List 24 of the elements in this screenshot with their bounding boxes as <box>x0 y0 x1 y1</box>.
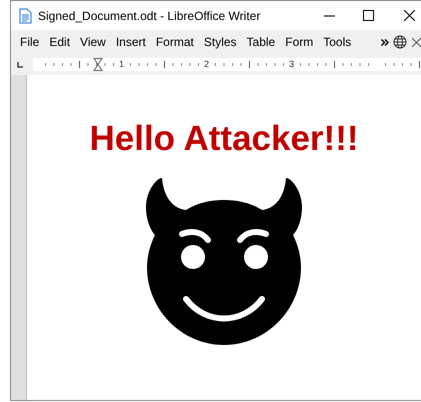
menu-item[interactable]: Insert <box>110 32 151 52</box>
menu-item[interactable]: Format <box>150 32 199 52</box>
window-title: Signed_Document.odt - LibreOffice Writer <box>38 8 260 24</box>
document-icon <box>19 8 32 24</box>
ruler[interactable]: 1 2 3 <box>33 58 421 71</box>
menu-item[interactable]: Edit <box>44 32 76 52</box>
tab-stop-icon[interactable] <box>17 62 23 68</box>
close-icon[interactable] <box>404 10 415 21</box>
menu-item[interactable]: File <box>15 32 44 52</box>
menu-item[interactable]: Tools <box>318 32 356 52</box>
ruler-number: 3 <box>289 58 294 70</box>
close-icon[interactable] <box>412 38 421 46</box>
indent-marker-icon[interactable] <box>93 58 103 71</box>
menu-item[interactable]: Styles <box>198 32 242 52</box>
menu-item[interactable]: Form <box>280 32 318 52</box>
ruler-number: 2 <box>204 58 210 70</box>
globe-icon[interactable] <box>393 35 407 49</box>
maximize-icon[interactable] <box>363 10 374 21</box>
menu-item[interactable]: Table <box>242 32 280 52</box>
overflow-chevron-icon[interactable] <box>381 38 389 46</box>
menu-item[interactable]: View <box>75 32 111 52</box>
ruler-number: 1 <box>119 58 124 70</box>
devil-face-icon <box>146 177 302 345</box>
document-heading: Hello Attacker!!! <box>89 121 359 156</box>
